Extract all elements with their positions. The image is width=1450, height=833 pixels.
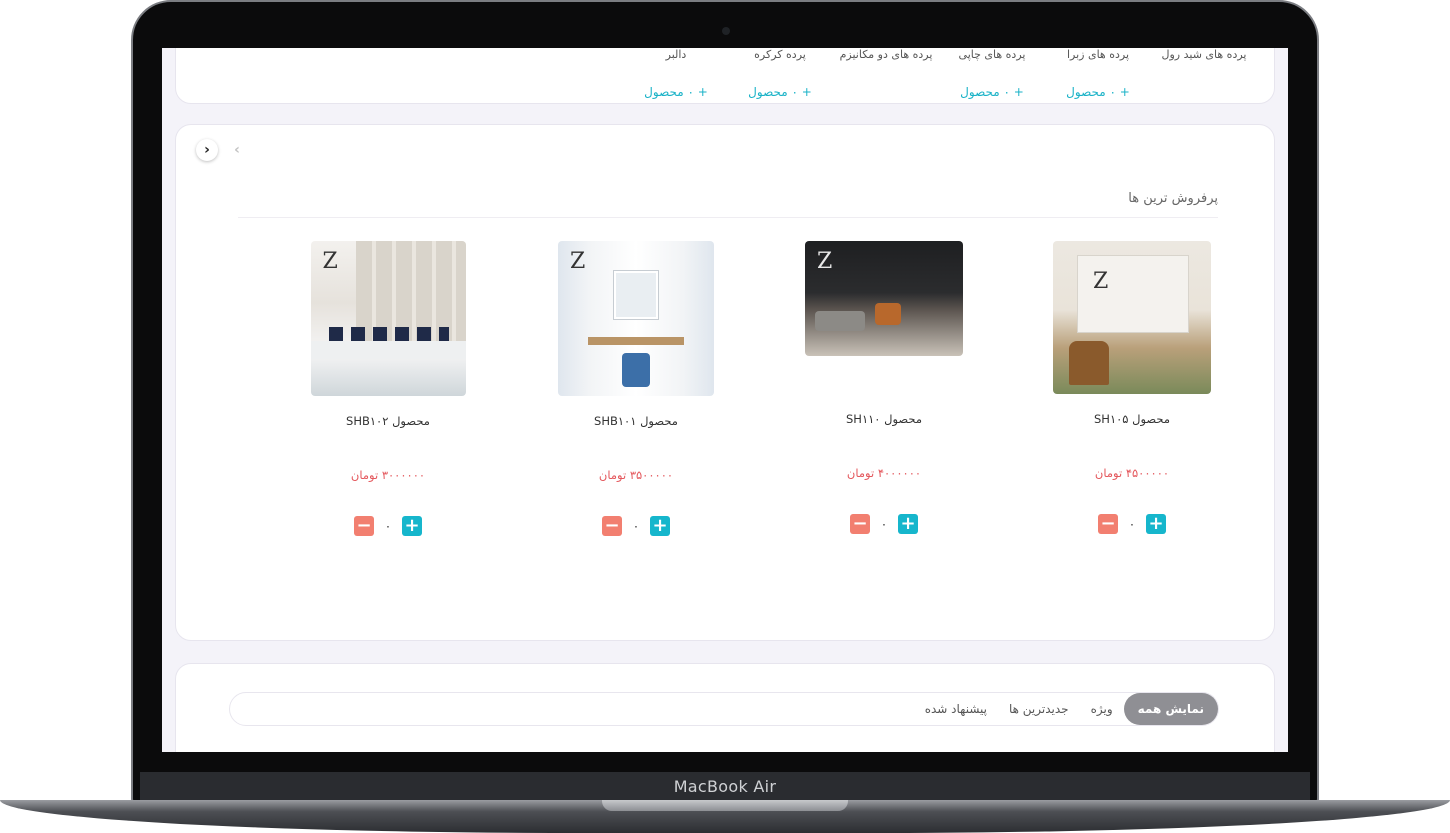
product-image[interactable]: Z — [558, 241, 714, 396]
price-currency: تومان — [598, 468, 627, 482]
laptop-mockup: MacBook Air پرده های شید رول پرده های زب… — [0, 0, 1450, 833]
minus-icon[interactable]: − — [354, 516, 374, 536]
category-name: پرده های دو مکانیزم — [839, 48, 933, 61]
product-card: Z محصول SH۱۰۵ ۴۵۰۰۰۰۰ تومان − ۰ + — [1032, 241, 1232, 534]
price-value: ۴۵۰۰۰۰۰ — [1125, 466, 1170, 480]
category-zebra[interactable]: پرده های زبرا + ۰ محصول — [1048, 48, 1148, 99]
chairs-graphic — [328, 327, 449, 341]
tab-show-all[interactable]: نمایش همه — [1123, 693, 1218, 725]
desk-graphic — [588, 337, 684, 345]
shade-graphic — [1077, 255, 1189, 333]
window-graphic — [614, 271, 658, 319]
laptop-notch — [602, 800, 848, 811]
product-name[interactable]: محصول SH۱۰۵ — [1032, 412, 1232, 426]
price-value: ۳۵۰۰۰۰۰ — [629, 468, 674, 482]
category-name: پرده های زبرا — [1066, 48, 1130, 61]
quantity-stepper: − ۰ + — [1032, 514, 1232, 534]
product-card: Z محصول SHB۱۰۱ ۳۵۰۰۰۰۰ تومان − ۰ + — [536, 241, 736, 536]
category-valance[interactable]: دالبر + ۰ محصول — [626, 48, 726, 99]
minus-icon[interactable]: − — [850, 514, 870, 534]
table-graphic — [310, 341, 466, 359]
tab-newest[interactable]: جدیدترین ها — [998, 693, 1080, 725]
tab-recommended[interactable]: پیشنهاد شده — [914, 693, 998, 725]
section-divider — [238, 217, 1218, 218]
product-price: ۳۰۰۰۰۰۰ تومان — [288, 468, 488, 482]
category-name: پرده های چاپی — [958, 48, 1026, 61]
category-shade-roll[interactable]: پرده های شید رول — [1154, 48, 1254, 63]
minus-icon[interactable]: − — [1098, 514, 1118, 534]
category-count: + ۰ محصول — [644, 85, 708, 99]
filter-tabs: نمایش همه ویژه جدیدترین ها پیشنهاد شده — [229, 692, 1219, 726]
browser-screen: پرده های شید رول پرده های زبرا + ۰ محصول… — [162, 48, 1288, 752]
quantity-value: ۰ — [632, 519, 640, 533]
plus-icon[interactable]: + — [898, 514, 918, 534]
product-price: ۳۵۰۰۰۰۰ تومان — [536, 468, 736, 482]
price-value: ۳۰۰۰۰۰۰ — [381, 468, 426, 482]
blinds-graphic — [355, 241, 466, 341]
product-name[interactable]: محصول SHB۱۰۱ — [536, 414, 736, 428]
category-printed[interactable]: پرده های چاپی + ۰ محصول — [942, 48, 1042, 99]
category-name: پرده کرکره — [754, 48, 806, 61]
device-brand-label: MacBook Air — [673, 777, 777, 796]
carousel-next-button[interactable]: › — [226, 139, 248, 161]
quantity-stepper: − ۰ + — [536, 516, 736, 536]
category-count: + ۰ محصول — [960, 85, 1024, 99]
bestsellers-card: ‹ › پرفروش ترین ها Z محصول SH۱۰۵ ۴۵۰۰۰۰۰… — [175, 124, 1275, 641]
carousel-prev-button[interactable]: ‹ — [196, 139, 218, 161]
quantity-value: ۰ — [880, 517, 888, 531]
brand-logo-icon: Z — [322, 249, 338, 274]
product-price: ۴۰۰۰۰۰۰ تومان — [784, 466, 984, 480]
section-title: پرفروش ترین ها — [1128, 191, 1218, 206]
product-image[interactable]: Z — [1053, 241, 1211, 394]
chair-graphic — [1069, 341, 1109, 385]
plus-icon[interactable]: + — [1146, 514, 1166, 534]
product-card: Z محصول SHB۱۰۲ ۳۰۰۰۰۰۰ تومان − ۰ + — [288, 241, 488, 536]
category-dual-mechanism[interactable]: پرده های دو مکانیزم — [836, 48, 936, 63]
category-venetian[interactable]: پرده کرکره + ۰ محصول — [730, 48, 830, 99]
quantity-stepper: − ۰ + — [288, 516, 488, 536]
product-price: ۴۵۰۰۰۰۰ تومان — [1032, 466, 1232, 480]
product-card: Z محصول SH۱۱۰ ۴۰۰۰۰۰۰ تومان − ۰ + — [784, 241, 984, 534]
quantity-stepper: − ۰ + — [784, 514, 984, 534]
category-count: + ۰ محصول — [1066, 85, 1130, 99]
category-name: دالبر — [665, 48, 687, 61]
tab-special[interactable]: ویژه — [1080, 693, 1124, 725]
chevron-right-icon: › — [234, 142, 240, 158]
products-tabs-card: نمایش همه ویژه جدیدترین ها پیشنهاد شده — [175, 663, 1275, 752]
minus-icon[interactable]: − — [602, 516, 622, 536]
brand-logo-icon: Z — [1093, 269, 1109, 294]
category-name: پرده های شید رول — [1161, 48, 1247, 61]
price-currency: تومان — [350, 468, 379, 482]
product-name[interactable]: محصول SHB۱۰۲ — [288, 414, 488, 428]
category-count: + ۰ محصول — [748, 85, 812, 99]
quantity-value: ۰ — [1128, 517, 1136, 531]
camera-icon — [722, 27, 730, 35]
product-name[interactable]: محصول SH۱۱۰ — [784, 412, 984, 426]
product-image[interactable]: Z — [805, 241, 963, 356]
product-image[interactable]: Z — [310, 241, 466, 396]
plus-icon[interactable]: + — [650, 516, 670, 536]
brand-logo-icon: Z — [570, 249, 586, 274]
price-currency: تومان — [1094, 466, 1123, 480]
price-value: ۴۰۰۰۰۰۰ — [877, 466, 922, 480]
plus-icon[interactable]: + — [402, 516, 422, 536]
chevron-left-icon: ‹ — [204, 142, 210, 158]
quantity-value: ۰ — [384, 519, 392, 533]
armchair-graphic — [875, 303, 901, 325]
brand-logo-icon: Z — [817, 249, 833, 274]
chair-graphic — [622, 353, 650, 387]
categories-card: پرده های شید رول پرده های زبرا + ۰ محصول… — [175, 48, 1275, 104]
sofa-graphic — [815, 311, 865, 331]
price-currency: تومان — [846, 466, 875, 480]
